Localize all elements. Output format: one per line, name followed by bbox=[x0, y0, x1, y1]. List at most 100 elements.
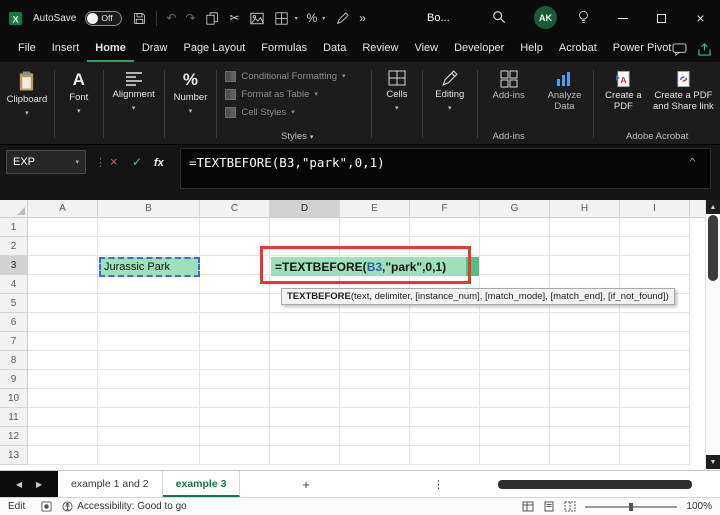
cell-I12[interactable] bbox=[620, 427, 690, 446]
zoom-slider[interactable] bbox=[585, 502, 678, 511]
menu-tab-help[interactable]: Help bbox=[512, 36, 551, 62]
redo-icon[interactable]: ↷ bbox=[185, 12, 195, 24]
cell-D9[interactable] bbox=[270, 370, 340, 389]
cell-I2[interactable] bbox=[620, 237, 690, 256]
normal-view-icon[interactable] bbox=[522, 501, 534, 512]
cell-A8[interactable] bbox=[28, 351, 98, 370]
row-header-2[interactable]: 2 bbox=[0, 237, 28, 256]
cancel-icon[interactable]: × bbox=[110, 155, 118, 168]
row-header-8[interactable]: 8 bbox=[0, 351, 28, 370]
cell-B8[interactable] bbox=[98, 351, 200, 370]
cell-E7[interactable] bbox=[340, 332, 410, 351]
cell-A12[interactable] bbox=[28, 427, 98, 446]
create-pdf-button[interactable]: A Create a PDF bbox=[596, 64, 650, 113]
cell-F6[interactable] bbox=[410, 313, 480, 332]
avatar[interactable]: AK bbox=[534, 6, 557, 29]
cell-A9[interactable] bbox=[28, 370, 98, 389]
cell-A4[interactable] bbox=[28, 275, 98, 294]
cell-C5[interactable] bbox=[200, 294, 270, 313]
cell-H9[interactable] bbox=[550, 370, 620, 389]
cell-C12[interactable] bbox=[200, 427, 270, 446]
cell-E10[interactable] bbox=[340, 389, 410, 408]
copy-icon[interactable] bbox=[205, 9, 221, 27]
minimize-button[interactable] bbox=[603, 0, 642, 36]
cell-I6[interactable] bbox=[620, 313, 690, 332]
ink-pen-icon[interactable] bbox=[334, 9, 350, 27]
cell-B7[interactable] bbox=[98, 332, 200, 351]
cell-A11[interactable] bbox=[28, 408, 98, 427]
row-header-13[interactable]: 13 bbox=[0, 446, 28, 465]
cell-F9[interactable] bbox=[410, 370, 480, 389]
cell-C9[interactable] bbox=[200, 370, 270, 389]
accessibility-status[interactable]: Accessibility: Good to go bbox=[62, 501, 187, 512]
menu-tab-home[interactable]: Home bbox=[87, 36, 134, 62]
cell-B10[interactable] bbox=[98, 389, 200, 408]
cell-H13[interactable] bbox=[550, 446, 620, 465]
cell-H1[interactable] bbox=[550, 218, 620, 237]
cell-I8[interactable] bbox=[620, 351, 690, 370]
ribbon-button-conditional-formatting[interactable]: Conditional Formatting ▾ bbox=[225, 67, 369, 85]
cell-A6[interactable] bbox=[28, 313, 98, 332]
comments-icon[interactable] bbox=[672, 42, 687, 56]
addins-button[interactable]: Add-ins bbox=[480, 64, 538, 102]
cell-E13[interactable] bbox=[340, 446, 410, 465]
row-header-6[interactable]: 6 bbox=[0, 313, 28, 332]
cell-I10[interactable] bbox=[620, 389, 690, 408]
zoom-level[interactable]: 100% bbox=[686, 501, 712, 512]
column-header-B[interactable]: B bbox=[98, 200, 200, 218]
number-button[interactable]: % Number ▾ bbox=[167, 64, 215, 115]
cell-A13[interactable] bbox=[28, 446, 98, 465]
cell-D10[interactable] bbox=[270, 389, 340, 408]
cell-H12[interactable] bbox=[550, 427, 620, 446]
cell-H7[interactable] bbox=[550, 332, 620, 351]
cell-C6[interactable] bbox=[200, 313, 270, 332]
cell-D6[interactable] bbox=[270, 313, 340, 332]
select-all-button[interactable] bbox=[0, 200, 28, 218]
cell-G3[interactable] bbox=[480, 256, 550, 275]
insert-function-icon[interactable]: fx bbox=[154, 157, 164, 169]
cell-A10[interactable] bbox=[28, 389, 98, 408]
name-box[interactable]: EXP ▾ bbox=[6, 150, 86, 174]
row-header-10[interactable]: 10 bbox=[0, 389, 28, 408]
horizontal-scroll-thumb[interactable] bbox=[498, 480, 692, 489]
menu-tab-formulas[interactable]: Formulas bbox=[253, 36, 315, 62]
cell-H8[interactable] bbox=[550, 351, 620, 370]
cell-G11[interactable] bbox=[480, 408, 550, 427]
column-header-H[interactable]: H bbox=[550, 200, 620, 218]
row-header-1[interactable]: 1 bbox=[0, 218, 28, 237]
row-header-5[interactable]: 5 bbox=[0, 294, 28, 313]
cell-F7[interactable] bbox=[410, 332, 480, 351]
cell-A1[interactable] bbox=[28, 218, 98, 237]
menu-tab-data[interactable]: Data bbox=[315, 36, 354, 62]
new-sheet-button[interactable]: + bbox=[292, 471, 320, 497]
cell-H3[interactable] bbox=[550, 256, 620, 275]
cell-I13[interactable] bbox=[620, 446, 690, 465]
cell-F1[interactable] bbox=[410, 218, 480, 237]
column-header-E[interactable]: E bbox=[340, 200, 410, 218]
menu-tab-acrobat[interactable]: Acrobat bbox=[551, 36, 605, 62]
menu-tab-draw[interactable]: Draw bbox=[134, 36, 176, 62]
maximize-button[interactable] bbox=[642, 0, 681, 36]
cell-G1[interactable] bbox=[480, 218, 550, 237]
row-header-11[interactable]: 11 bbox=[0, 408, 28, 427]
cell-D1[interactable] bbox=[270, 218, 340, 237]
page-layout-view-icon[interactable] bbox=[543, 501, 555, 512]
cut-icon[interactable]: ✂ bbox=[230, 12, 240, 24]
cell-B13[interactable] bbox=[98, 446, 200, 465]
row-header-3[interactable]: 3 bbox=[0, 256, 28, 275]
cell-D13[interactable] bbox=[270, 446, 340, 465]
prev-sheet-icon[interactable]: ◀ bbox=[16, 480, 22, 489]
cell-F8[interactable] bbox=[410, 351, 480, 370]
cell-E1[interactable] bbox=[340, 218, 410, 237]
cell-D11[interactable] bbox=[270, 408, 340, 427]
menu-tab-file[interactable]: File bbox=[10, 36, 44, 62]
close-button[interactable]: × bbox=[681, 0, 720, 36]
next-sheet-icon[interactable]: ▶ bbox=[36, 480, 42, 489]
drag-handle-icon[interactable]: ⋮ bbox=[95, 156, 106, 169]
undo-icon[interactable]: ↶ bbox=[166, 12, 176, 24]
menu-tab-review[interactable]: Review bbox=[354, 36, 406, 62]
cell-B6[interactable] bbox=[98, 313, 200, 332]
tab-options-icon[interactable]: ⋮ bbox=[433, 471, 444, 497]
cell-B3-highlighted[interactable]: Jurassic Park bbox=[99, 257, 200, 277]
cell-G10[interactable] bbox=[480, 389, 550, 408]
